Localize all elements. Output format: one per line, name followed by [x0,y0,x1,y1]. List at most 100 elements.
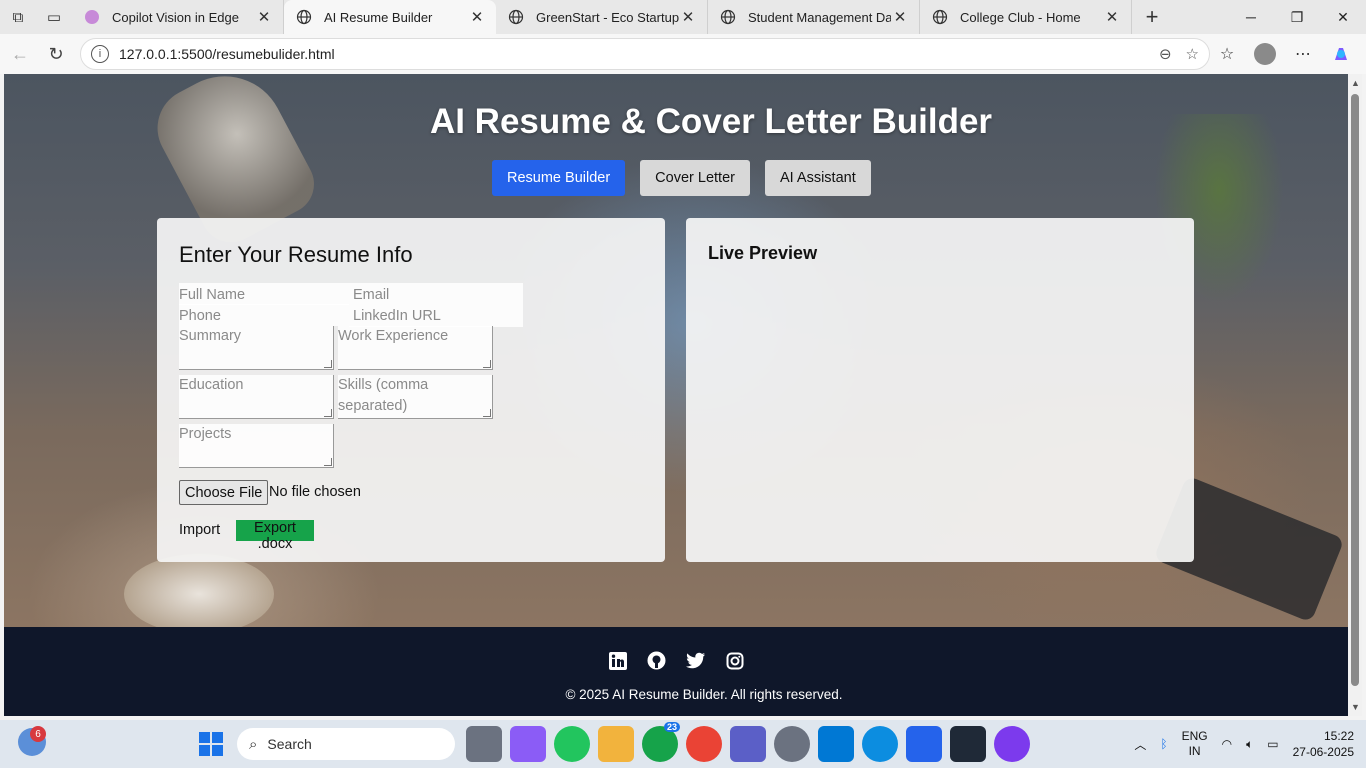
tab-title: GreenStart - Eco Startup Lan [536,9,679,25]
restore-icon[interactable]: ❐ [1274,0,1320,34]
resize-grip-icon[interactable] [483,409,491,417]
tab-cover-letter[interactable]: Cover Letter [640,160,750,196]
file-explorer-icon[interactable] [598,726,634,762]
resume-form-card: Enter Your Resume Info Full Name Email L… [157,218,665,562]
close-icon[interactable]: ✕ [891,8,909,26]
edge-icon[interactable] [862,726,898,762]
email-placeholder: Email [353,287,390,303]
close-window-icon[interactable]: ✕ [1320,0,1366,34]
bluetooth-icon[interactable]: ᛒ [1160,737,1167,751]
full-name-field[interactable]: Full Name [179,283,349,305]
chrome-icon[interactable] [686,726,722,762]
instagram-icon[interactable] [725,651,744,670]
browser-tab-resume-builder[interactable]: AI Resume Builder ✕ [284,0,496,34]
browser-tab-greenstart[interactable]: GreenStart - Eco Startup Lan ✕ [496,0,708,34]
projects-field[interactable]: Projects [179,424,334,468]
minimize-icon[interactable]: ─ [1228,0,1274,34]
browser-tab-copilot[interactable]: Copilot Vision in Edge ✕ [72,0,284,34]
skills-field[interactable]: Skills (comma separated) [338,375,493,419]
language-code: ENG [1181,729,1208,743]
resize-grip-icon[interactable] [324,458,332,466]
media-player-icon[interactable] [994,726,1030,762]
close-icon[interactable]: ✕ [679,8,697,26]
linkedin-field[interactable]: LinkedIn URL [353,306,523,327]
background-cup-image [124,554,274,634]
phone-field[interactable]: Phone [179,304,349,326]
teams-icon[interactable] [730,726,766,762]
work-experience-placeholder: Work Experience [338,328,449,344]
copilot-icon[interactable] [1324,37,1358,71]
address-bar-row: ← ↻ i 127.0.0.1:5500/resumebulider.html … [0,34,1366,74]
wifi-icon[interactable]: ◠ [1222,737,1232,751]
education-field[interactable]: Education [179,375,334,419]
profile-icon[interactable] [1248,37,1282,71]
browser-tab-college-club[interactable]: College Club - Home ✕ [920,0,1132,34]
new-tab-button[interactable]: + [1132,0,1172,34]
language-indicator[interactable]: ENG IN [1182,729,1208,759]
browser-tab-student-dashboard[interactable]: Student Management Dashb ✕ [708,0,920,34]
tab-title: AI Resume Builder [324,9,433,25]
builder-tabs: Resume Builder Cover Letter AI Assistant [492,160,871,196]
volume-icon[interactable]: 🔈︎ [1246,737,1253,752]
email-field[interactable]: Email LinkedIn URL [349,283,523,327]
export-docx-button[interactable]: Export .docx [236,520,314,552]
site-info-icon[interactable]: i [91,45,109,63]
scrollbar-thumb[interactable] [1351,94,1359,686]
favorite-star-icon[interactable]: ☆ [1186,45,1199,63]
globe-icon [296,9,312,25]
whatsapp-icon[interactable] [554,726,590,762]
twitter-icon[interactable] [686,651,705,670]
workspaces-icon[interactable]: ⧉ [0,0,36,34]
globe-icon [508,9,524,25]
url-field[interactable]: i 127.0.0.1:5500/resumebulider.html ⊖ ☆ [80,38,1210,70]
clock[interactable]: 15:22 27-06-2025 [1293,728,1354,760]
copilot-favicon-icon [84,9,100,25]
hero-background: AI Resume & Cover Letter Builder Resume … [4,74,1348,634]
terminal-icon[interactable] [950,726,986,762]
education-placeholder: Education [179,377,244,393]
photos-icon[interactable] [906,726,942,762]
more-options-icon[interactable]: ⋯ [1286,37,1320,71]
github-icon[interactable] [647,651,666,670]
close-icon[interactable]: ✕ [255,8,273,26]
linkedin-icon[interactable] [608,651,627,670]
vscode-icon[interactable] [818,726,854,762]
zoom-icon[interactable]: ⊖ [1159,45,1172,63]
whatsapp-business-icon[interactable]: 23 [642,722,680,762]
live-preview-card: Live Preview [686,218,1194,562]
tab-title: Copilot Vision in Edge [112,9,239,25]
resize-grip-icon[interactable] [324,360,332,368]
choose-file-button[interactable]: Choose File [179,480,269,505]
social-links [608,651,744,670]
search-placeholder: Search [267,736,312,752]
show-hidden-icons-icon[interactable]: ︿ [1134,736,1146,753]
settings-icon[interactable] [774,726,810,762]
work-experience-field[interactable]: Work Experience [338,326,493,370]
refresh-icon[interactable]: ↻ [38,36,74,72]
close-icon[interactable]: ✕ [1103,8,1121,26]
scroll-down-icon[interactable]: ▼ [1351,702,1360,712]
copilot-app-icon[interactable] [510,726,546,762]
scroll-up-icon[interactable]: ▲ [1351,78,1360,88]
tab-resume-builder[interactable]: Resume Builder [492,160,626,196]
back-icon[interactable]: ← [2,36,38,72]
pinned-apps: 23 [466,722,1030,762]
close-icon[interactable]: ✕ [468,8,486,26]
summary-placeholder: Summary [179,328,242,344]
favorites-icon[interactable]: ☆ [1210,37,1244,71]
globe-icon [932,9,948,25]
task-view-icon[interactable] [466,726,502,762]
clock-time: 15:22 [1323,729,1354,743]
tab-ai-assistant[interactable]: AI Assistant [764,160,871,196]
start-icon[interactable] [199,732,223,756]
resize-grip-icon[interactable] [483,360,491,368]
taskbar-search[interactable]: ⌕ Search [237,728,455,760]
summary-field[interactable]: Summary [179,326,334,370]
import-label[interactable]: Import [179,522,220,538]
page-scrollbar[interactable]: ▲ ▼ [1348,74,1362,716]
clock-date: 27-06-2025 [1292,745,1354,759]
battery-icon[interactable]: ▭ [1267,737,1278,751]
tab-actions-icon[interactable]: ▭ [36,0,72,34]
widget-badge: 6 [30,726,46,742]
resize-grip-icon[interactable] [324,409,332,417]
